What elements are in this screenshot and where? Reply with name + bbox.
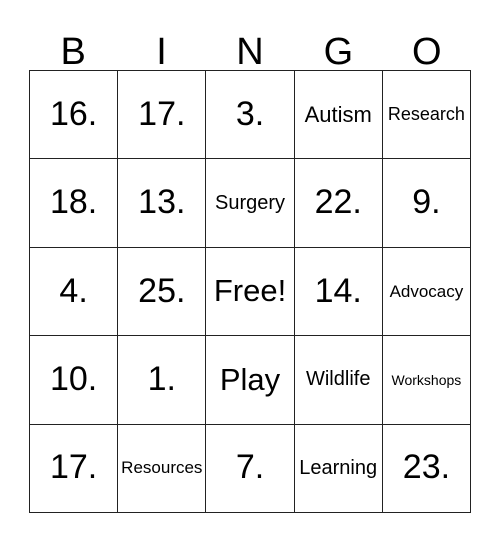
bingo-cell-label: 18. (49, 183, 98, 222)
bingo-cell-label: 23. (402, 448, 451, 487)
bingo-cell-label: Wildlife (305, 368, 371, 391)
bingo-cell[interactable]: 7. (206, 424, 295, 513)
bingo-free-space-cell[interactable]: Free! (206, 247, 295, 337)
bingo-cell[interactable]: 17. (118, 71, 207, 160)
bingo-cell-label: Play (219, 361, 281, 397)
bingo-header-row: B I N G O (29, 14, 471, 73)
bingo-header-letter-i: I (117, 14, 205, 73)
bingo-row: 17. Resources 7. Learning 23. (30, 424, 472, 513)
bingo-cell-label: Research (387, 104, 465, 125)
bingo-cell[interactable]: 4. (30, 247, 119, 337)
bingo-cell[interactable]: Wildlife (294, 336, 383, 425)
bingo-header-letter-o: O (383, 14, 471, 73)
bingo-cell-label: 14. (314, 271, 362, 310)
bingo-cell-label: 7. (235, 448, 265, 487)
bingo-cell-label: 17. (49, 448, 98, 487)
bingo-cell[interactable]: Play (206, 336, 295, 425)
bingo-cell-label: Advocacy (389, 281, 464, 301)
bingo-cell[interactable]: 16. (30, 71, 119, 160)
bingo-cell-label: Surgery (214, 191, 286, 214)
bingo-header-letter-b-label: B (60, 30, 86, 73)
bingo-cell[interactable]: 18. (30, 159, 119, 248)
bingo-cell[interactable]: 22. (294, 159, 383, 248)
bingo-cell-label: 16. (49, 94, 98, 133)
bingo-row: 10. 1. Play Wildlife Workshops (30, 336, 472, 425)
bingo-cell[interactable]: Resources (118, 424, 207, 513)
bingo-cell-label: 10. (49, 360, 98, 399)
bingo-row: 18. 13. Surgery 22. 9. (30, 159, 472, 248)
bingo-cell-label: Learning (299, 456, 378, 479)
bingo-cell-label: 13. (138, 183, 186, 222)
bingo-free-space-label: Free! (213, 273, 287, 309)
bingo-cell-label: 1. (147, 360, 176, 399)
bingo-cell[interactable]: 3. (206, 71, 295, 160)
bingo-card: B I N G O 16. 17. 3. Autism Research 18.… (29, 14, 472, 513)
bingo-cell-label: Resources (121, 458, 203, 478)
bingo-cell-label: 9. (412, 183, 441, 222)
bingo-cell[interactable]: 9. (382, 159, 472, 248)
bingo-header-letter-g-label: G (323, 30, 354, 73)
bingo-cell[interactable]: 23. (382, 424, 472, 513)
bingo-cell[interactable]: 10. (30, 336, 119, 425)
bingo-cell[interactable]: 13. (118, 159, 207, 248)
bingo-header-letter-i-label: I (156, 30, 167, 73)
bingo-cell[interactable]: Surgery (206, 159, 295, 248)
bingo-header-letter-b: B (29, 14, 117, 73)
bingo-cell[interactable]: Workshops (382, 336, 472, 425)
bingo-header-letter-n-label: N (236, 30, 264, 73)
bingo-cell[interactable]: 17. (30, 424, 119, 513)
bingo-cell[interactable]: 25. (118, 247, 207, 337)
bingo-cell-label: Autism (304, 102, 372, 128)
bingo-cell[interactable]: Learning (294, 424, 383, 513)
bingo-header-letter-g: G (294, 14, 382, 73)
bingo-cell[interactable]: 1. (118, 336, 207, 425)
bingo-cell[interactable]: Autism (294, 71, 383, 160)
bingo-cell-label: 25. (138, 271, 186, 310)
bingo-cell[interactable]: Research (382, 71, 472, 160)
bingo-cell-label: 17. (138, 94, 186, 133)
bingo-row: 4. 25. Free! 14. Advocacy (30, 247, 472, 337)
bingo-cell-label: 3. (235, 94, 265, 133)
bingo-cell-label: 4. (59, 271, 88, 310)
bingo-header-letter-n: N (206, 14, 294, 73)
bingo-cell[interactable]: Advocacy (382, 247, 472, 337)
bingo-grid: 16. 17. 3. Autism Research 18. 13. Surge… (29, 70, 472, 513)
bingo-cell[interactable]: 14. (294, 247, 383, 337)
bingo-cell-label: 22. (314, 183, 362, 222)
bingo-cell-label: Workshops (391, 371, 462, 388)
bingo-row: 16. 17. 3. Autism Research (30, 71, 472, 160)
bingo-header-letter-o-label: O (411, 30, 442, 73)
